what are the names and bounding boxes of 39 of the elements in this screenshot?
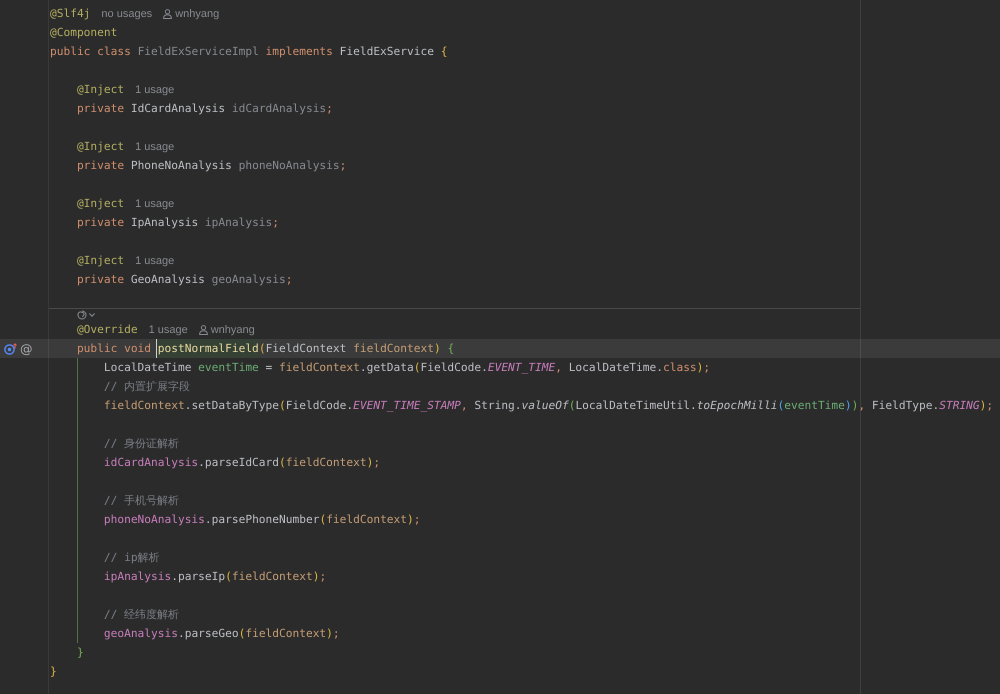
code-line: ipAnalysis.parseIp(fieldContext); xyxy=(104,569,326,585)
code-line: // 内置扩展字段 xyxy=(104,379,190,395)
author-name[interactable]: wnhyang xyxy=(175,8,220,20)
code-line: geoAnalysis.parseGeo(fieldContext); xyxy=(104,626,340,642)
code-line: public void postNormalField(FieldContext fieldContext) { xyxy=(76,339,454,358)
code-line: } xyxy=(76,645,84,661)
code-line: private GeoAnalysis geoAnalysis; xyxy=(76,272,292,288)
usage-hint[interactable]: 1 usage xyxy=(135,254,174,266)
code-line: // 手机号解析 xyxy=(104,493,180,509)
swirl-icon[interactable] xyxy=(76,310,87,320)
person-icon xyxy=(198,324,208,334)
person-icon xyxy=(163,8,172,18)
author-name[interactable]: wnhyang xyxy=(210,324,255,336)
code-line: fieldContext.setDataByType(FieldCode.EVENT_TIME_STAMP, String.valueOf(LocalDateTimeUtil.toEpochMilli(eventTime)), FieldType.STRING); xyxy=(104,398,994,414)
code-line: private PhoneNoAnalysis phoneNoAnalysis; xyxy=(76,158,346,174)
code-line: @Override xyxy=(76,322,138,338)
code-line: // ip解析 xyxy=(104,550,160,566)
usage-hint[interactable]: 1 usage xyxy=(135,198,174,210)
usage-hint[interactable]: 1 usage xyxy=(148,324,188,336)
code-line: @Slf4j xyxy=(50,6,90,22)
code-line: } xyxy=(50,664,57,680)
usage-hint[interactable]: 1 usage xyxy=(135,84,174,96)
gutter-at-sign[interactable]: @ xyxy=(20,342,32,356)
code-line: private IdCardAnalysis idCardAnalysis; xyxy=(76,101,333,117)
usage-hint[interactable]: no usages xyxy=(101,8,152,20)
code-line: @Inject xyxy=(76,196,124,212)
code-line: @Inject xyxy=(76,139,124,155)
code-line: private IpAnalysis ipAnalysis; xyxy=(76,215,280,231)
code-line: idCardAnalysis.parseIdCard(fieldContext); xyxy=(104,455,380,471)
code-line: @Inject xyxy=(76,253,124,269)
code-line: @Inject xyxy=(76,82,124,98)
code-line: // 身份证解析 xyxy=(104,436,180,452)
code-line: @Component xyxy=(50,25,118,41)
code-line: phoneNoAnalysis.parsePhoneNumber(fieldContext); xyxy=(104,512,421,528)
code-line: LocalDateTime eventTime = fieldContext.getData(FieldCode.EVENT_TIME, LocalDateTime.class); xyxy=(104,360,710,376)
usage-hint[interactable]: 1 usage xyxy=(135,140,174,152)
code-line: public class FieldExServiceImpl implements FieldExService { xyxy=(50,44,448,60)
code-line: // 经纬度解析 xyxy=(104,607,180,623)
caret-icon[interactable] xyxy=(88,313,95,317)
